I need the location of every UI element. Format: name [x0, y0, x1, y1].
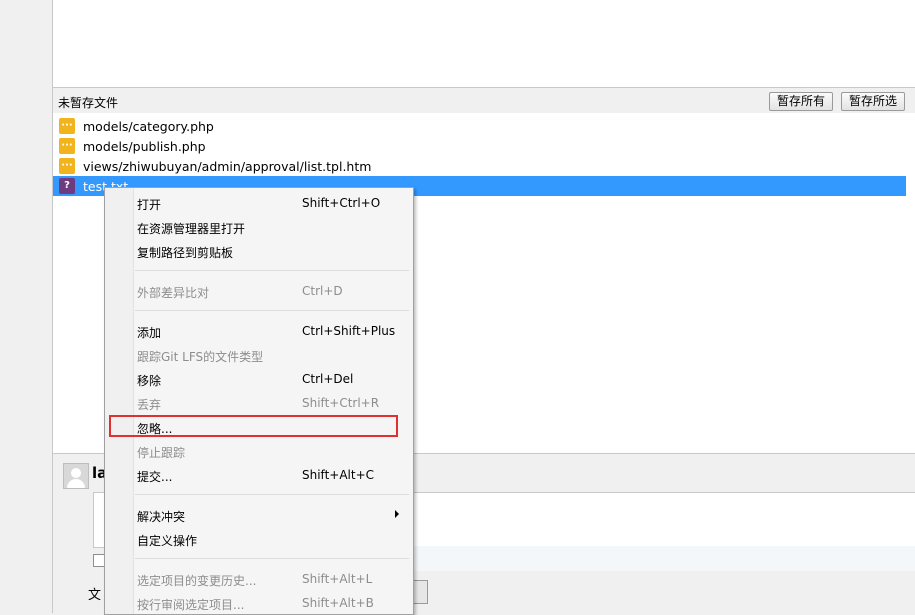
file-name: views/zhiwubuyan/admin/approval/list.tpl… [83, 159, 372, 174]
unstaged-header: 未暂存文件 暂存所有 暂存所选 [52, 88, 915, 113]
menu-label: 提交... [137, 470, 173, 484]
menu-shortcut: Shift+Ctrl+R [302, 396, 380, 410]
bottom-label: 文 [88, 588, 102, 603]
menu-separator [135, 494, 409, 495]
menu-item-discard: 丢弃 Shift+Ctrl+R [105, 390, 411, 414]
staged-files-pane[interactable] [52, 0, 915, 88]
menu-separator [135, 270, 409, 271]
menu-item-resolve-conflicts[interactable]: 解决冲突 [105, 502, 411, 526]
menu-item-external-diff: 外部差异比对 Ctrl+D [105, 278, 411, 302]
menu-item-remove[interactable]: 移除 Ctrl+Del [105, 366, 411, 390]
menu-item-copy-path[interactable]: 复制路径到剪贴板 [105, 238, 411, 262]
menu-label: 打开 [137, 198, 162, 212]
stage-all-button[interactable]: 暂存所有 [769, 92, 833, 111]
menu-item-log-selected: 选定项目的变更历史... Shift+Alt+L [105, 566, 411, 590]
menu-item-track-lfs: 跟踪Git LFS的文件类型 [105, 342, 411, 366]
file-row[interactable]: ··· models/category.php [53, 116, 906, 136]
menu-shortcut: Ctrl+Del [302, 372, 354, 386]
menu-label: 外部差异比对 [137, 286, 210, 300]
bottom-dropdown-button[interactable] [413, 580, 428, 604]
menu-label: 复制路径到剪贴板 [137, 246, 234, 260]
avatar-body [67, 479, 85, 488]
menu-label: 按行审阅选定项目... [137, 598, 245, 612]
avatar-head [71, 468, 81, 478]
highlight-annotation-box [109, 415, 398, 437]
menu-item-commit[interactable]: 提交... Shift+Alt+C [105, 462, 411, 486]
commit-options-area [413, 546, 915, 571]
menu-label: 选定项目的变更历史... [137, 574, 257, 588]
context-menu: 打开 Shift+Ctrl+O 在资源管理器里打开 复制路径到剪贴板 外部差异比… [104, 187, 414, 615]
menu-shortcut: Shift+Ctrl+O [302, 196, 381, 210]
menu-separator [135, 558, 409, 559]
menu-shortcut: Ctrl+Shift+Plus [302, 324, 396, 338]
menu-shortcut: Shift+Alt+B [302, 596, 374, 610]
menu-item-open-in-explorer[interactable]: 在资源管理器里打开 [105, 214, 411, 238]
file-name: models/publish.php [83, 139, 206, 154]
modified-icon: ··· [59, 138, 75, 154]
file-row[interactable]: ··· models/publish.php [53, 136, 906, 156]
menu-label: 自定义操作 [137, 534, 198, 548]
menu-label: 跟踪Git LFS的文件类型 [137, 350, 264, 364]
menu-label: 在资源管理器里打开 [137, 222, 246, 236]
unknown-file-icon: ? [59, 178, 75, 194]
menu-shortcut: Shift+Alt+C [302, 468, 375, 482]
unstaged-title: 未暂存文件 [58, 96, 119, 110]
avatar [63, 463, 89, 489]
menu-label: 添加 [137, 326, 162, 340]
menu-label: 丢弃 [137, 398, 162, 412]
menu-item-custom-actions[interactable]: 自定义操作 [105, 526, 411, 550]
menu-label: 移除 [137, 374, 162, 388]
file-row[interactable]: ··· views/zhiwubuyan/admin/approval/list… [53, 156, 906, 176]
menu-item-stop-tracking: 停止跟踪 [105, 438, 411, 462]
menu-separator [135, 310, 409, 311]
menu-item-add[interactable]: 添加 Ctrl+Shift+Plus [105, 318, 411, 342]
modified-icon: ··· [59, 158, 75, 174]
stage-selected-button[interactable]: 暂存所选 [841, 92, 905, 111]
menu-item-open[interactable]: 打开 Shift+Ctrl+O [105, 190, 411, 214]
file-name: models/category.php [83, 119, 214, 134]
submenu-arrow-icon [395, 510, 399, 518]
menu-shortcut: Ctrl+D [302, 284, 343, 298]
menu-shortcut: Shift+Alt+L [302, 572, 373, 586]
menu-label: 解决冲突 [137, 510, 186, 524]
menu-item-blame-selected: 按行审阅选定项目... Shift+Alt+B [105, 590, 411, 614]
menu-label: 停止跟踪 [137, 446, 186, 460]
modified-icon: ··· [59, 118, 75, 134]
